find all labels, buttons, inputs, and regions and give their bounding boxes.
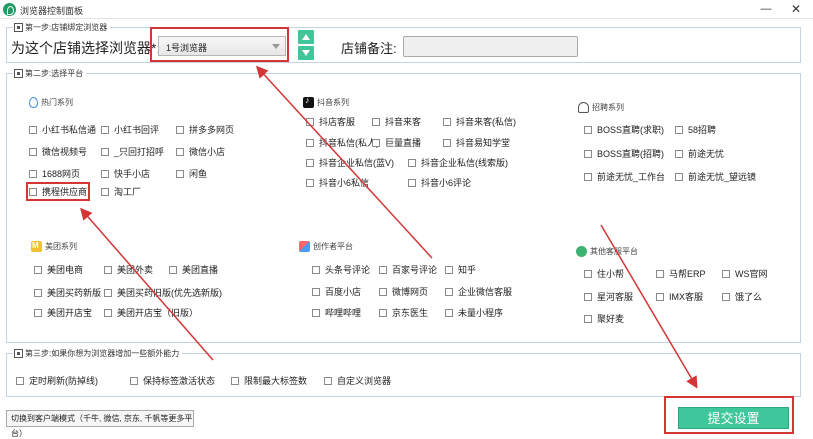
annotation-arrows (80, 65, 698, 389)
arrow-to-submit (600, 224, 698, 389)
arrow-to-browser-select (255, 65, 433, 259)
arrow-to-ctrip (80, 207, 214, 361)
